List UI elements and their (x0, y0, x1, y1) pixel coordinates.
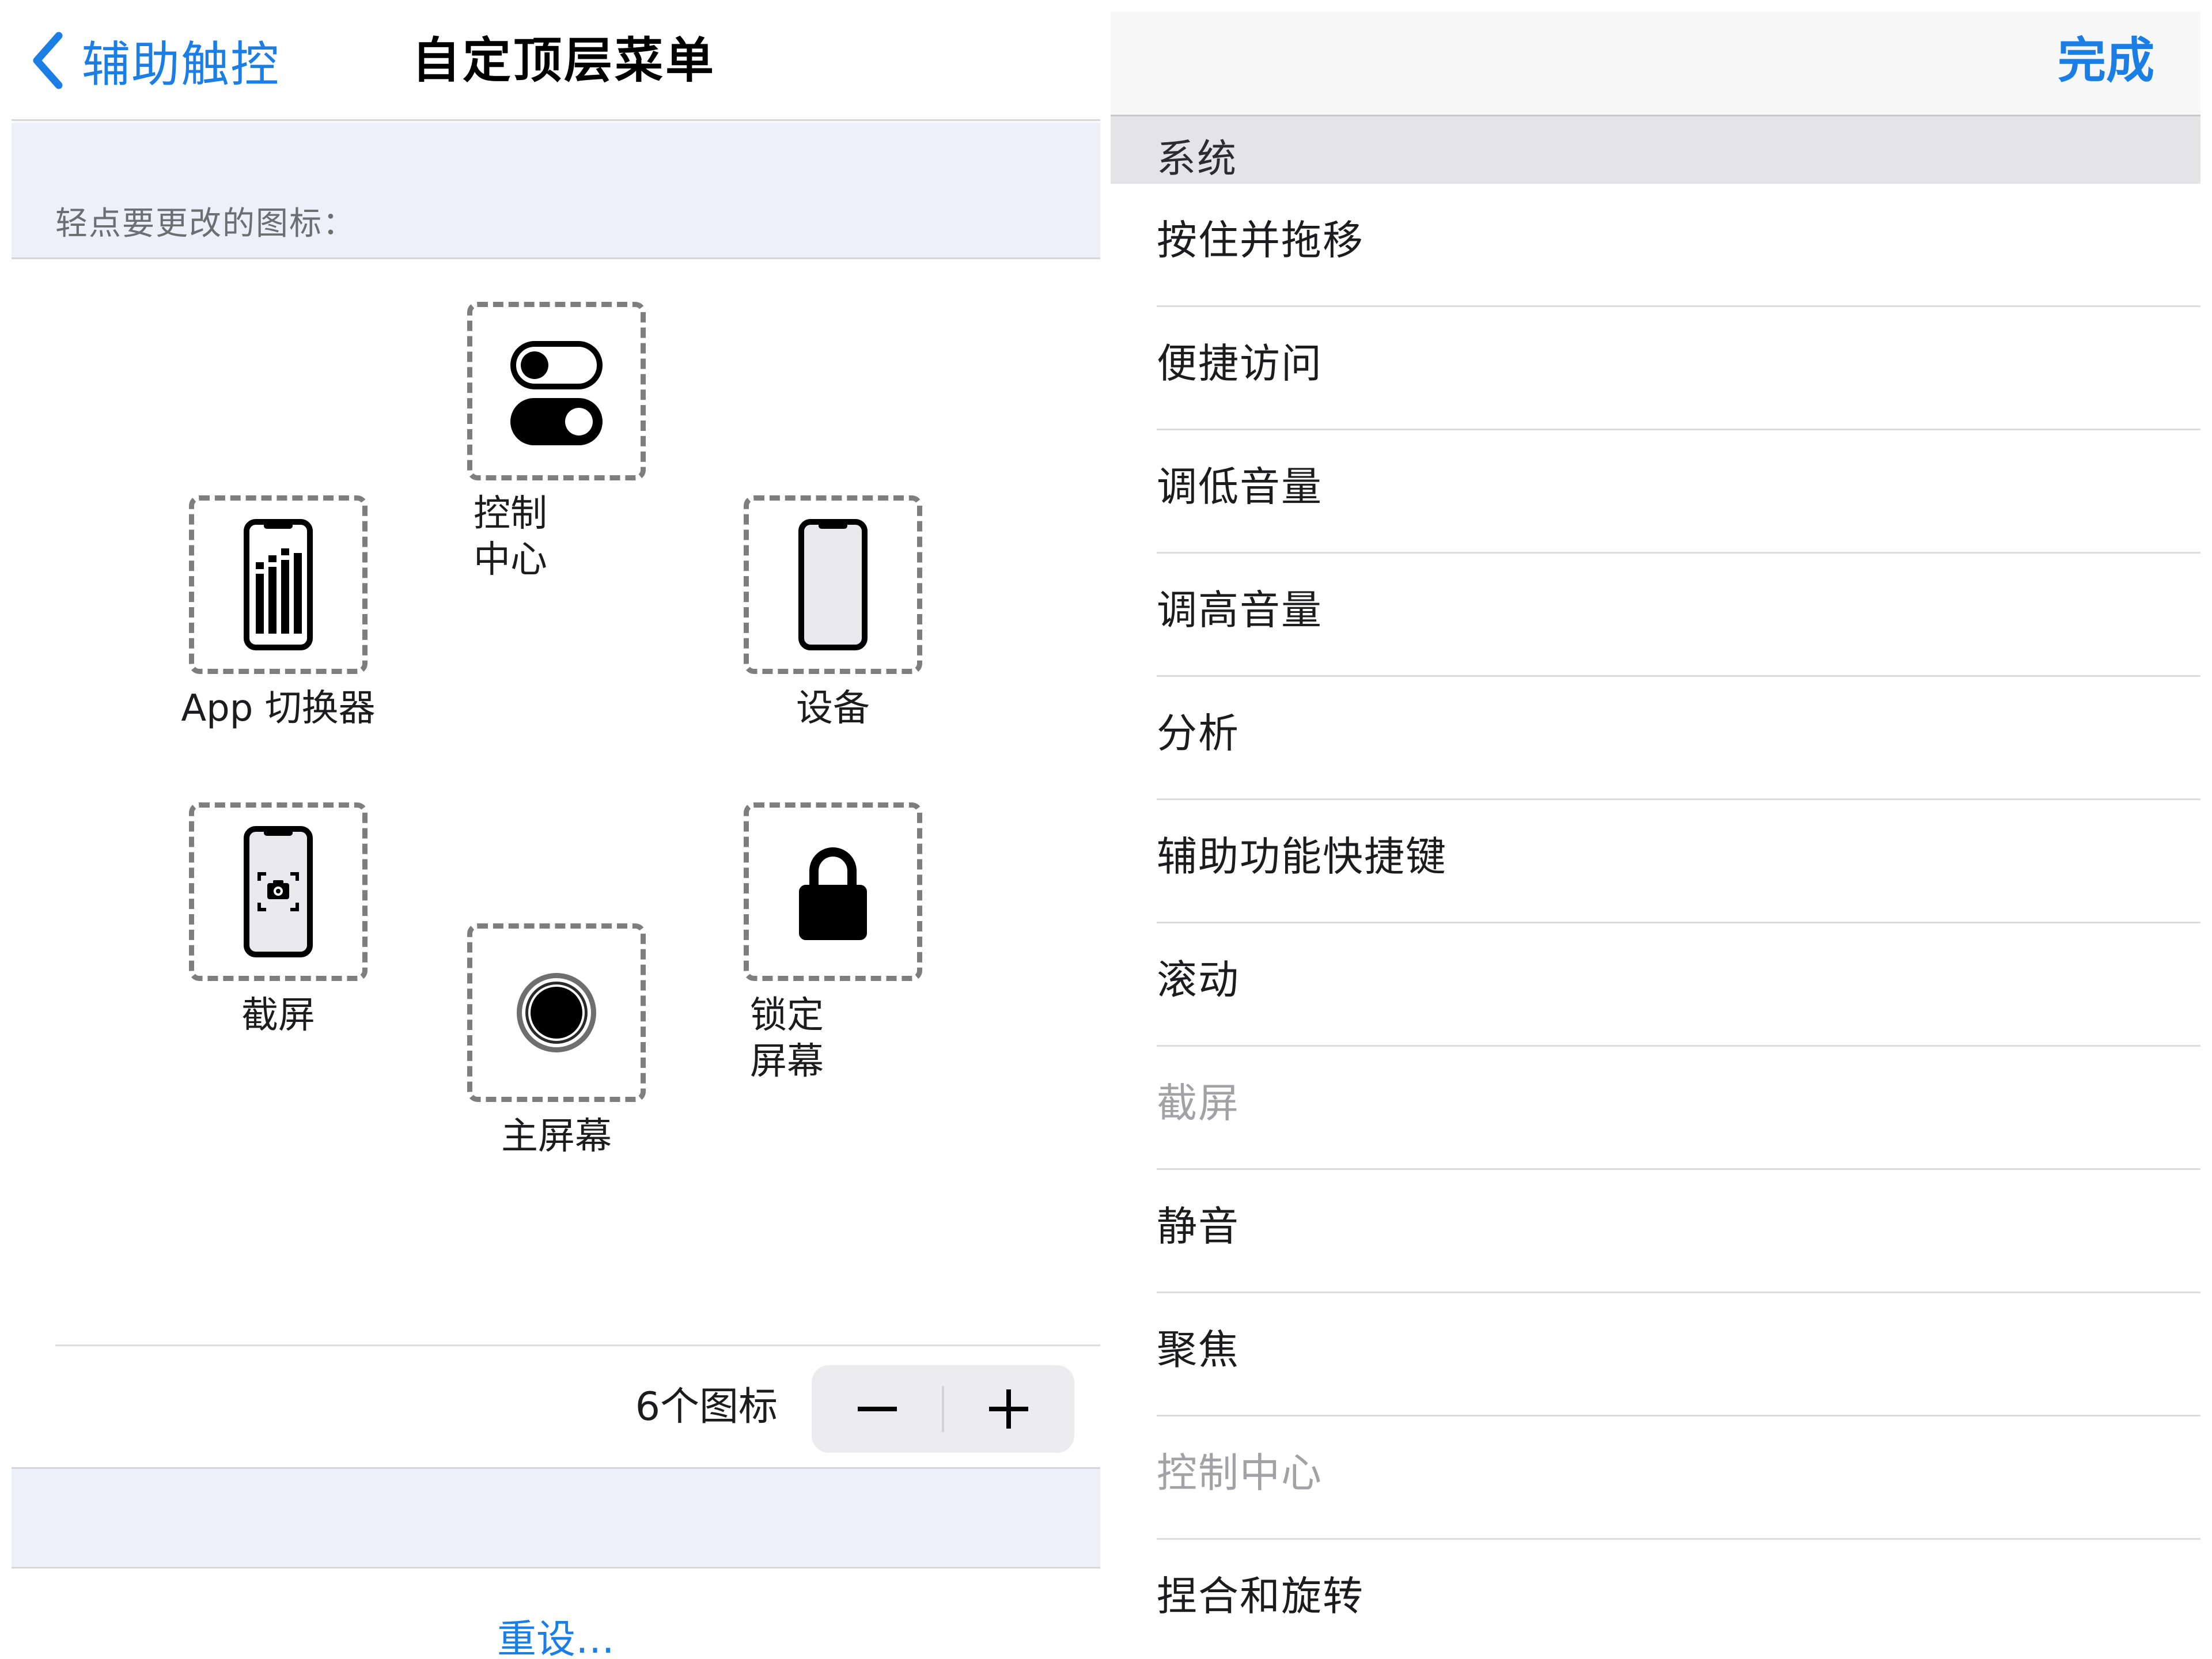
list-item[interactable]: 聚焦 (1111, 1293, 2200, 1416)
iphone-device-icon (798, 519, 868, 650)
list-item[interactable]: 按住并拖移 (1111, 184, 2200, 307)
slot-lock-screen[interactable] (744, 802, 922, 981)
slot-label-device: 设备 (796, 687, 870, 730)
picker-navigation-bar: 完成 (1111, 12, 2200, 116)
back-label: 辅助触控 (82, 36, 281, 93)
action-picker-panel: 完成 系统 按住并拖移便捷访问调低音量调高音量分析辅助功能快捷键 滚动截屏静音聚焦… (1111, 12, 2200, 1659)
slot-home[interactable] (467, 923, 646, 1102)
list-item[interactable]: 调高音量 (1111, 554, 2200, 677)
list-item[interactable]: 辅助功能快捷键 (1111, 800, 2200, 923)
list-item-label: 截屏 (1157, 1080, 1240, 1127)
action-list: 按住并拖移便捷访问调低音量调高音量分析辅助功能快捷键 滚动截屏静音聚焦控制中心捏合… (1111, 184, 2200, 1659)
section-spacer (12, 1467, 1100, 1569)
home-button-icon (517, 973, 596, 1052)
list-item[interactable]: 分析 (1111, 677, 2200, 800)
list-item-label: 分析 (1157, 710, 1240, 757)
divider (55, 1344, 1100, 1346)
list-item-label: 捏合和旋转 (1157, 1573, 1364, 1620)
slot-device[interactable] (744, 495, 922, 674)
list-item-label: 便捷访问 (1157, 340, 1323, 387)
icon-count-stepper (812, 1365, 1074, 1453)
customize-top-menu-panel: 辅助触控 自定顶层菜单 轻点要更改的图标： 控制 中心 App 切换器 设备 截… (12, 0, 1100, 1659)
reset-button[interactable]: 重设… (12, 1607, 1100, 1659)
toggle-switches-icon (510, 341, 603, 445)
back-button[interactable]: 辅助触控 (29, 23, 280, 98)
hint-section: 轻点要更改的图标： (12, 123, 1100, 259)
chevron-left-icon (33, 32, 63, 89)
slot-label-home: 主屏幕 (501, 1115, 612, 1158)
page-title: 自定顶层菜单 (412, 32, 717, 89)
list-item[interactable]: 静音 (1111, 1170, 2200, 1293)
slot-app-switcher[interactable] (189, 495, 368, 674)
list-item-label: 控制中心 (1157, 1449, 1323, 1497)
plus-icon (989, 1389, 1028, 1429)
slot-label-control-center: 控制 中心 (474, 493, 547, 581)
list-item-label: 调高音量 (1157, 586, 1323, 634)
icon-count-label: 6个图标 (635, 1384, 778, 1430)
hint-text: 轻点要更改的图标： (55, 205, 356, 243)
lock-icon (799, 847, 867, 940)
slot-label-screenshot: 截屏 (241, 994, 315, 1037)
screenshot-icon (244, 826, 313, 957)
section-title: 系统 (1157, 137, 1238, 182)
minus-icon (858, 1407, 897, 1411)
slot-screenshot[interactable] (189, 802, 368, 981)
done-button[interactable]: 完成 (2058, 29, 2154, 92)
increase-button[interactable] (943, 1365, 1074, 1453)
section-header-system: 系统 (1111, 116, 2200, 184)
list-item-label: 静音 (1157, 1203, 1240, 1250)
decrease-button[interactable] (812, 1365, 943, 1453)
list-item: 控制中心 (1111, 1416, 2200, 1540)
list-item: 截屏 (1111, 1047, 2200, 1170)
list-item[interactable]: 滚动 (1111, 923, 2200, 1047)
list-item-label: 辅助功能快捷键 (1157, 833, 1447, 880)
list-item-label: 滚动 (1157, 956, 1240, 1003)
list-item[interactable]: 捏合和旋转 (1111, 1540, 2200, 1659)
list-item[interactable]: 调低音量 (1111, 430, 2200, 554)
list-item-label: 按住并拖移 (1157, 217, 1364, 264)
slot-control-center[interactable] (467, 302, 646, 480)
app-switcher-icon (244, 519, 313, 650)
navigation-bar: 辅助触控 自定顶层菜单 (12, 0, 1100, 121)
list-item-label: 聚焦 (1157, 1326, 1240, 1373)
slot-label-app-switcher: App 切换器 (181, 687, 376, 730)
list-item[interactable]: 便捷访问 (1111, 307, 2200, 430)
list-item-label: 调低音量 (1157, 463, 1323, 510)
slot-label-lock-screen: 锁定 屏幕 (750, 994, 824, 1083)
